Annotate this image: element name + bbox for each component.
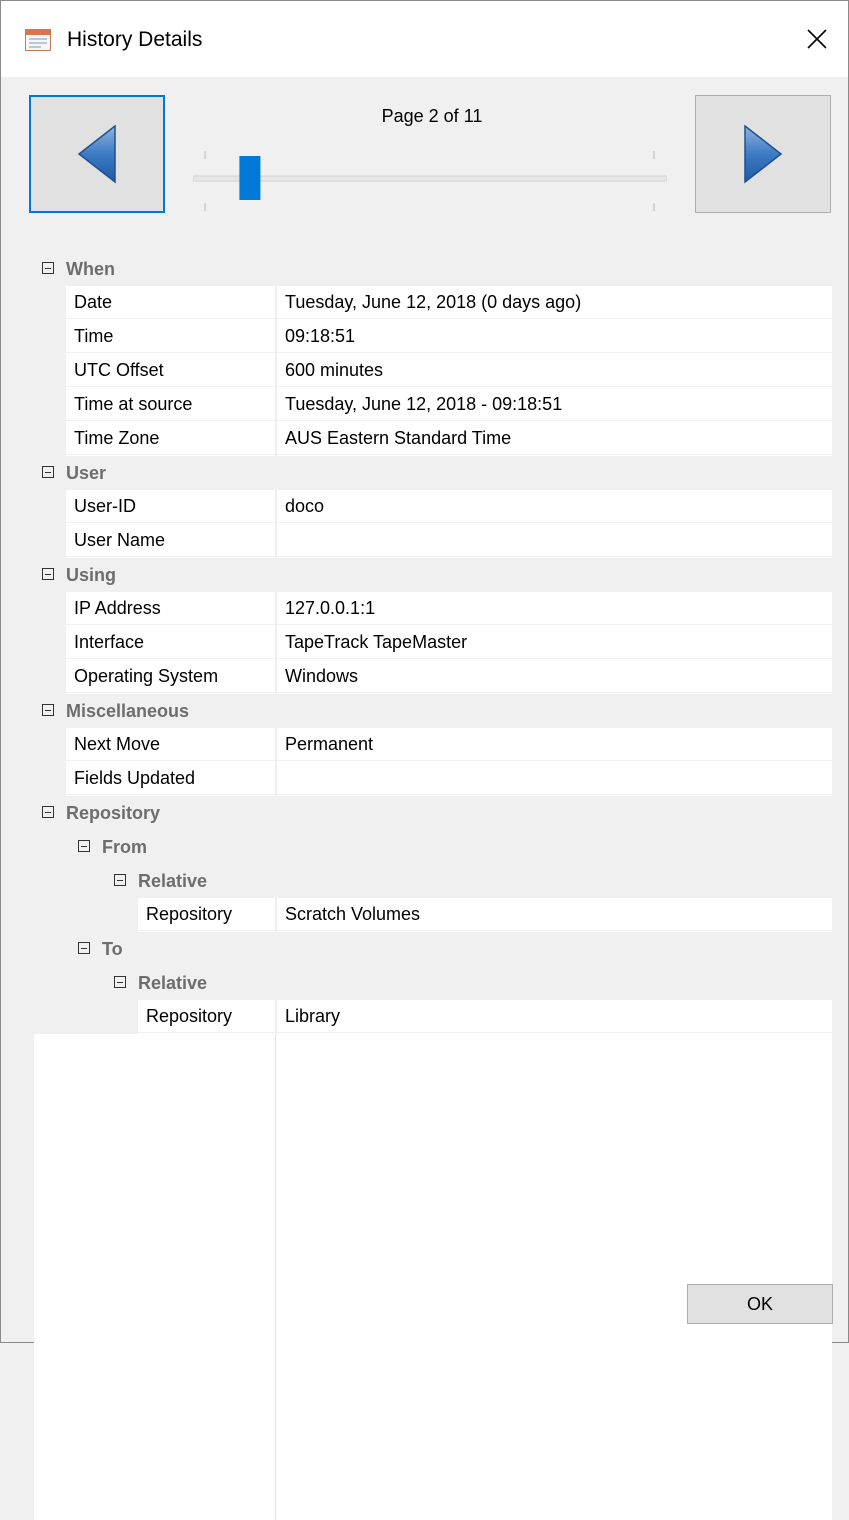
row-indent	[34, 490, 66, 524]
property-value[interactable]: 127.0.0.1:1	[277, 592, 832, 625]
property-row[interactable]: Time Zone AUS Eastern Standard Time	[34, 422, 832, 456]
row-indent	[34, 1000, 138, 1034]
collapse-icon[interactable]	[78, 840, 90, 852]
row-indent	[34, 286, 66, 320]
row-indent	[34, 354, 66, 388]
category-label: Relative	[138, 871, 208, 891]
property-name: User Name	[66, 524, 275, 557]
page-slider[interactable]	[192, 151, 668, 211]
property-row[interactable]: Interface TapeTrack TapeMaster	[34, 626, 832, 660]
collapse-icon[interactable]	[42, 262, 54, 274]
property-row[interactable]: Operating System Windows	[34, 660, 832, 694]
window-app-icon	[25, 29, 51, 51]
property-name: Repository	[138, 898, 275, 931]
next-page-button[interactable]	[695, 95, 831, 213]
close-button[interactable]	[786, 1, 848, 77]
category-row-user[interactable]: User	[34, 456, 832, 490]
category-label: When	[66, 259, 115, 279]
category-row-using[interactable]: Using	[34, 558, 832, 592]
property-name: Repository	[138, 1000, 275, 1033]
property-name: User-ID	[66, 490, 275, 523]
category-row-miscellaneous[interactable]: Miscellaneous	[34, 694, 832, 728]
page-indicator: Page 2 of 11	[381, 106, 483, 126]
property-name: Time Zone	[66, 422, 275, 455]
row-indent	[34, 728, 66, 762]
property-value[interactable]: Tuesday, June 12, 2018 - 09:18:51	[277, 388, 832, 421]
property-row[interactable]: Next Move Permanent	[34, 728, 832, 762]
category-row-relative[interactable]: Relative	[34, 864, 832, 898]
property-row[interactable]: Repository Library	[34, 1000, 832, 1034]
property-row[interactable]: Date Tuesday, June 12, 2018 (0 days ago)	[34, 286, 832, 320]
category-label: Using	[66, 565, 117, 585]
category-label: Repository	[66, 803, 161, 823]
property-row[interactable]: Time at source Tuesday, June 12, 2018 - 0…	[34, 388, 832, 422]
property-value[interactable]: TapeTrack TapeMaster	[277, 626, 832, 659]
row-indent	[34, 762, 66, 796]
property-value[interactable]	[277, 524, 832, 557]
property-value[interactable]: AUS Eastern Standard Time	[277, 422, 832, 455]
property-name: Time at source	[66, 388, 275, 421]
category-row-from[interactable]: From	[34, 830, 832, 864]
row-indent	[34, 422, 66, 456]
row-indent	[34, 898, 138, 932]
property-name: Operating System	[66, 660, 275, 693]
row-indent	[34, 660, 66, 694]
ok-button[interactable]: OK	[687, 1284, 833, 1324]
category-row-relative[interactable]: Relative	[34, 966, 832, 1000]
collapse-icon[interactable]	[78, 942, 90, 954]
property-value[interactable]: Permanent	[277, 728, 832, 761]
row-indent	[34, 320, 66, 354]
property-value[interactable]: doco	[277, 490, 832, 523]
category-label: Relative	[138, 973, 208, 993]
property-row[interactable]: Fields Updated	[34, 762, 832, 796]
property-value[interactable]: Tuesday, June 12, 2018 (0 days ago)	[277, 286, 832, 319]
property-name: UTC Offset	[66, 354, 275, 387]
category-label: User	[66, 463, 107, 483]
row-indent	[34, 524, 66, 558]
property-row[interactable]: IP Address 127.0.0.1:1	[34, 592, 832, 626]
property-value[interactable]: Windows	[277, 660, 832, 693]
category-label: From	[102, 837, 147, 857]
property-name: Fields Updated	[66, 762, 275, 795]
arrow-right-icon	[744, 124, 783, 184]
category-row-repository[interactable]: Repository	[34, 796, 832, 830]
window-title: History Details	[67, 28, 203, 51]
row-indent	[34, 592, 66, 626]
property-value[interactable]: 09:18:51	[277, 320, 832, 353]
category-label: To	[102, 939, 123, 959]
previous-page-button[interactable]	[29, 95, 165, 213]
property-row[interactable]: Repository Scratch Volumes	[34, 898, 832, 932]
category-label: Miscellaneous	[66, 701, 190, 721]
property-value[interactable]: 600 minutes	[277, 354, 832, 387]
property-name: IP Address	[66, 592, 275, 625]
property-row[interactable]: User Name	[34, 524, 832, 558]
collapse-icon[interactable]	[114, 874, 126, 886]
property-name: Time	[66, 320, 275, 353]
property-value[interactable]: Scratch Volumes	[277, 898, 832, 931]
close-icon	[807, 29, 827, 49]
arrow-left-icon	[77, 124, 116, 184]
row-indent	[34, 626, 66, 660]
row-indent	[34, 388, 66, 422]
slider-thumb[interactable]	[239, 156, 261, 200]
property-row[interactable]: Time 09:18:51	[34, 320, 832, 354]
title-bar: History Details	[1, 1, 848, 77]
property-row[interactable]: User-ID doco	[34, 490, 832, 524]
property-name: Next Move	[66, 728, 275, 761]
collapse-icon[interactable]	[114, 976, 126, 988]
history-details-window: History Details Page 2 of 11 When Date T…	[0, 0, 849, 1520]
category-row-when[interactable]: When	[34, 252, 832, 286]
property-value[interactable]: Library	[277, 1000, 832, 1033]
property-grid[interactable]: When Date Tuesday, June 12, 2018 (0 days a…	[34, 252, 832, 1520]
property-name: Date	[66, 286, 275, 319]
collapse-icon[interactable]	[42, 704, 54, 716]
column-splitter[interactable]	[275, 1034, 276, 1520]
collapse-icon[interactable]	[42, 466, 54, 478]
property-value[interactable]	[277, 762, 832, 795]
collapse-icon[interactable]	[42, 806, 54, 818]
property-row[interactable]: UTC Offset 600 minutes	[34, 354, 832, 388]
property-name: Interface	[66, 626, 275, 659]
collapse-icon[interactable]	[42, 568, 54, 580]
category-row-to[interactable]: To	[34, 932, 832, 966]
